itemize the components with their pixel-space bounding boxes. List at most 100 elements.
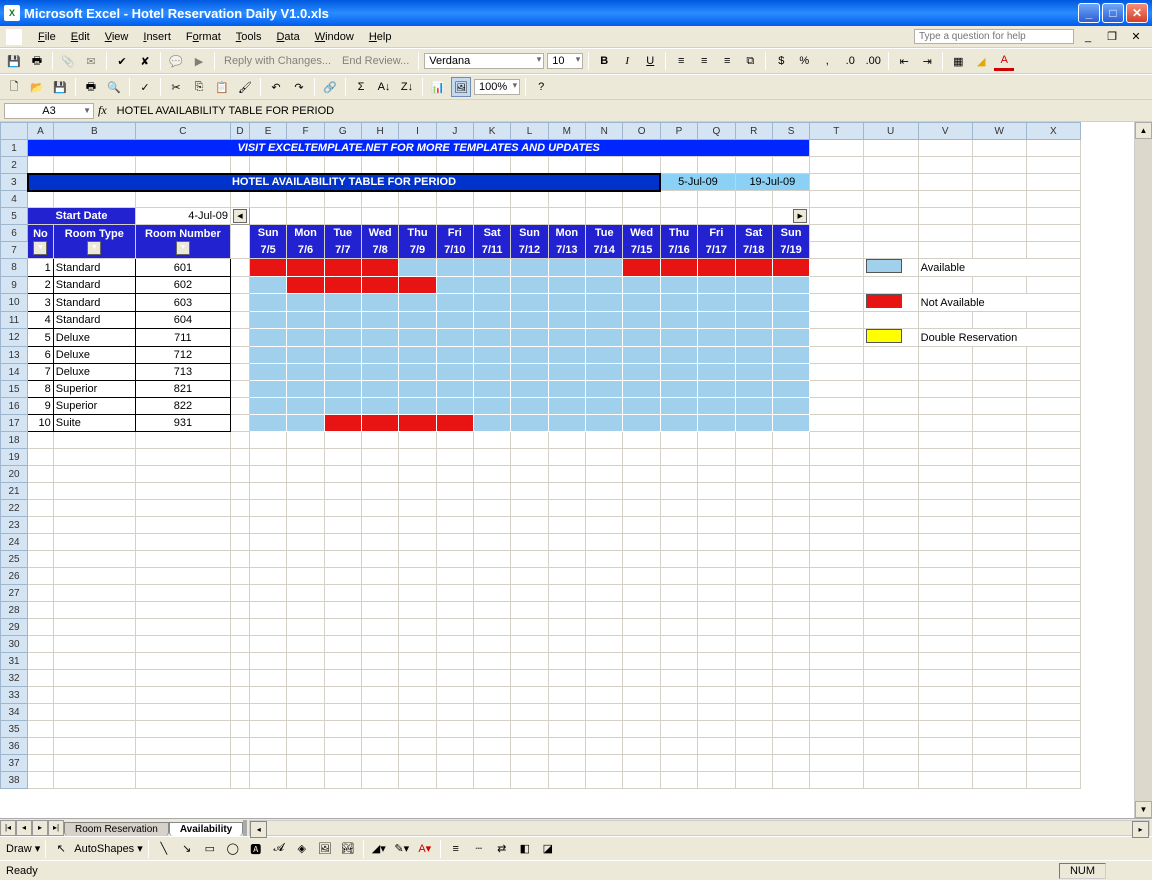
print-icon-2[interactable]: 🖶 xyxy=(81,77,101,97)
room-1-day-8-cell[interactable] xyxy=(548,277,585,294)
room-2-day-4-cell[interactable] xyxy=(399,294,436,312)
room-9-day-4-cell[interactable] xyxy=(399,415,436,432)
room-9-day-14-cell[interactable] xyxy=(772,415,809,432)
col-header-S[interactable]: S xyxy=(772,123,809,140)
room-2-day-7-cell[interactable] xyxy=(511,294,548,312)
menu-format[interactable]: Format xyxy=(179,29,228,45)
col-header-J[interactable]: J xyxy=(436,123,473,140)
formula-input[interactable]: HOTEL AVAILABILITY TABLE FOR PERIOD xyxy=(111,105,1148,117)
room-2-day-9-cell[interactable] xyxy=(586,294,623,312)
room-9-day-10-cell[interactable] xyxy=(623,415,660,432)
font-color-button[interactable]: A xyxy=(994,51,1014,71)
col-header-T[interactable]: T xyxy=(810,123,863,140)
row-header-7[interactable]: 7 xyxy=(1,242,28,259)
room-0-number[interactable]: 601 xyxy=(135,259,230,277)
room-1-day-0-cell[interactable] xyxy=(249,277,286,294)
room-5-day-0-cell[interactable] xyxy=(249,347,286,364)
room-7-day-8-cell[interactable] xyxy=(548,381,585,398)
room-8-day-10-cell[interactable] xyxy=(623,398,660,415)
row-header-25[interactable]: 25 xyxy=(1,551,28,568)
room-4-type[interactable]: Deluxe xyxy=(53,329,135,347)
filter-no-icon[interactable]: ▼ xyxy=(33,241,47,255)
font-size-dropdown[interactable]: 10 xyxy=(547,53,583,69)
diagram-icon[interactable]: ◈ xyxy=(292,839,312,859)
col-header-A[interactable]: A xyxy=(28,123,54,140)
room-3-day-11-cell[interactable] xyxy=(660,312,697,329)
sheet-tab-room-reservation[interactable]: Room Reservation xyxy=(64,822,169,836)
rectangle-tool-icon[interactable]: ▭ xyxy=(200,839,220,859)
filter-roomnumber-icon[interactable]: ▼ xyxy=(176,241,190,255)
menu-file[interactable]: File xyxy=(31,29,63,45)
menu-view[interactable]: View xyxy=(98,29,136,45)
room-3-day-0-cell[interactable] xyxy=(249,312,286,329)
room-0-day-9-cell[interactable] xyxy=(586,259,623,277)
row-header-1[interactable]: 1 xyxy=(1,140,28,157)
room-1-day-7-cell[interactable] xyxy=(511,277,548,294)
room-5-no[interactable]: 6 xyxy=(28,347,54,364)
draw-menu[interactable]: Draw ▾ xyxy=(6,842,40,855)
start-date-value[interactable]: 4-Jul-09 xyxy=(135,208,230,225)
room-3-number[interactable]: 604 xyxy=(135,312,230,329)
room-4-day-8-cell[interactable] xyxy=(548,329,585,347)
room-8-day-9-cell[interactable] xyxy=(586,398,623,415)
col-roomnumber-header[interactable]: Room Number▼ xyxy=(135,225,230,259)
room-0-day-14-cell[interactable] xyxy=(772,259,809,277)
room-9-day-0-cell[interactable] xyxy=(249,415,286,432)
room-8-day-4-cell[interactable] xyxy=(399,398,436,415)
row-header-21[interactable]: 21 xyxy=(1,483,28,500)
row-header-16[interactable]: 16 xyxy=(1,398,28,415)
room-4-day-12-cell[interactable] xyxy=(698,329,735,347)
mail-icon[interactable]: ✉ xyxy=(81,51,101,71)
row-header-23[interactable]: 23 xyxy=(1,517,28,534)
room-5-day-11-cell[interactable] xyxy=(660,347,697,364)
room-8-day-5-cell[interactable] xyxy=(436,398,473,415)
room-9-type[interactable]: Suite xyxy=(53,415,135,432)
room-5-day-4-cell[interactable] xyxy=(399,347,436,364)
room-6-number[interactable]: 713 xyxy=(135,364,230,381)
room-9-day-6-cell[interactable] xyxy=(473,415,510,432)
dash-style-icon[interactable]: ┄ xyxy=(469,839,489,859)
tab-nav-last[interactable]: ▸| xyxy=(48,820,64,836)
col-header-I[interactable]: I xyxy=(399,123,436,140)
room-3-day-7-cell[interactable] xyxy=(511,312,548,329)
room-9-day-1-cell[interactable] xyxy=(287,415,324,432)
room-7-number[interactable]: 821 xyxy=(135,381,230,398)
room-6-day-14-cell[interactable] xyxy=(772,364,809,381)
room-2-day-5-cell[interactable] xyxy=(436,294,473,312)
room-1-day-5-cell[interactable] xyxy=(436,277,473,294)
room-5-day-6-cell[interactable] xyxy=(473,347,510,364)
clipart-icon[interactable]: 🖼 xyxy=(315,839,335,859)
room-9-day-3-cell[interactable] xyxy=(361,415,398,432)
room-1-number[interactable]: 602 xyxy=(135,277,230,294)
print-preview-icon[interactable]: 🔍 xyxy=(104,77,124,97)
room-5-day-8-cell[interactable] xyxy=(548,347,585,364)
align-right-button[interactable]: ≡ xyxy=(717,51,737,71)
room-4-day-1-cell[interactable] xyxy=(287,329,324,347)
row-header-38[interactable]: 38 xyxy=(1,772,28,789)
room-2-no[interactable]: 3 xyxy=(28,294,54,312)
row-header-18[interactable]: 18 xyxy=(1,432,28,449)
attach-icon[interactable]: 📎 xyxy=(58,51,78,71)
row-header-14[interactable]: 14 xyxy=(1,364,28,381)
row-header-27[interactable]: 27 xyxy=(1,585,28,602)
room-8-day-13-cell[interactable] xyxy=(735,398,772,415)
room-6-day-11-cell[interactable] xyxy=(660,364,697,381)
room-2-day-0-cell[interactable] xyxy=(249,294,286,312)
end-review-button[interactable]: End Review... xyxy=(338,55,413,67)
row-header-22[interactable]: 22 xyxy=(1,500,28,517)
room-2-day-13-cell[interactable] xyxy=(735,294,772,312)
col-header-P[interactable]: P xyxy=(660,123,697,140)
paste-icon[interactable]: 📋 xyxy=(212,77,232,97)
col-header-X[interactable]: X xyxy=(1026,123,1080,140)
room-8-day-14-cell[interactable] xyxy=(772,398,809,415)
wordart-icon[interactable]: 𝓐 xyxy=(269,839,289,859)
hscroll-left-button[interactable]: ◂ xyxy=(250,821,267,838)
room-8-number[interactable]: 822 xyxy=(135,398,230,415)
fill-color-button[interactable]: ◢ xyxy=(971,51,991,71)
line-tool-icon[interactable]: ╲ xyxy=(154,839,174,859)
room-9-day-5-cell[interactable] xyxy=(436,415,473,432)
reply-with-changes-button[interactable]: Reply with Changes... xyxy=(220,55,335,67)
hscroll-left-small-icon[interactable]: ◀ xyxy=(233,209,247,223)
sort-desc-icon[interactable]: Z↓ xyxy=(397,77,417,97)
room-7-day-2-cell[interactable] xyxy=(324,381,361,398)
